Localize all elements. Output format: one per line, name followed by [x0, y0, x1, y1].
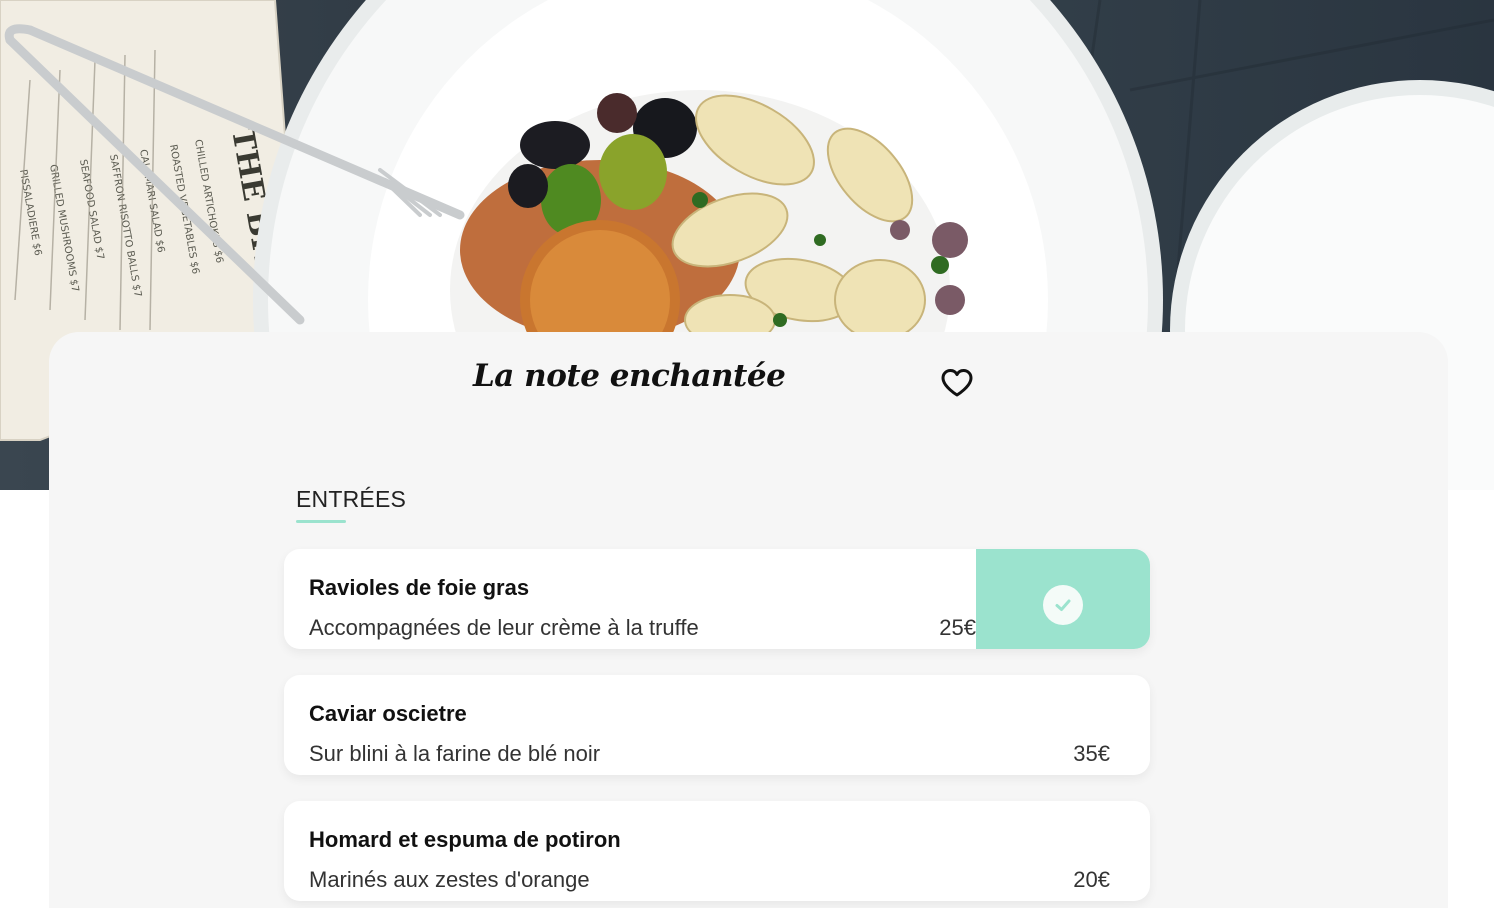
restaurant-name: La note enchantée	[473, 358, 786, 394]
menu-item-name: Caviar oscietre	[309, 701, 467, 726]
menu-item-name: Homard et espuma de potiron	[309, 827, 621, 852]
menu-item[interactable]: Caviar oscietre Sur blini à la farine de…	[284, 675, 1150, 775]
menu-item-price: 35€	[1073, 741, 1110, 766]
heart-outline-icon	[941, 369, 973, 397]
section-underline	[296, 520, 346, 523]
menu-item-description: Marinés aux zestes d'orange	[309, 867, 590, 892]
check-badge	[1043, 585, 1083, 625]
menu-item[interactable]: Homard et espuma de potiron Marinés aux …	[284, 801, 1150, 901]
favorite-button[interactable]	[940, 368, 974, 398]
menu-item-description: Accompagnées de leur crème à la truffe	[309, 615, 699, 640]
check-icon	[1055, 599, 1071, 611]
menu-item-description: Sur blini à la farine de blé noir	[309, 741, 601, 766]
menu-item-price: 20€	[1073, 867, 1110, 892]
app-screen: THE BITE CHILLED ARTICHOKES $6 ROASTED V…	[0, 0, 1494, 908]
menu-item-name: Ravioles de foie gras	[309, 575, 530, 600]
section-title-entrees: ENTRÉES	[296, 486, 407, 512]
selected-indicator[interactable]	[976, 549, 1150, 649]
menu-item-price: 25€	[939, 615, 976, 640]
menu-item[interactable]: Ravioles de foie gras Accompagnées de le…	[284, 549, 1150, 649]
menu-card: La note enchantée ENTRÉES Ravioles de fo…	[49, 332, 1448, 908]
